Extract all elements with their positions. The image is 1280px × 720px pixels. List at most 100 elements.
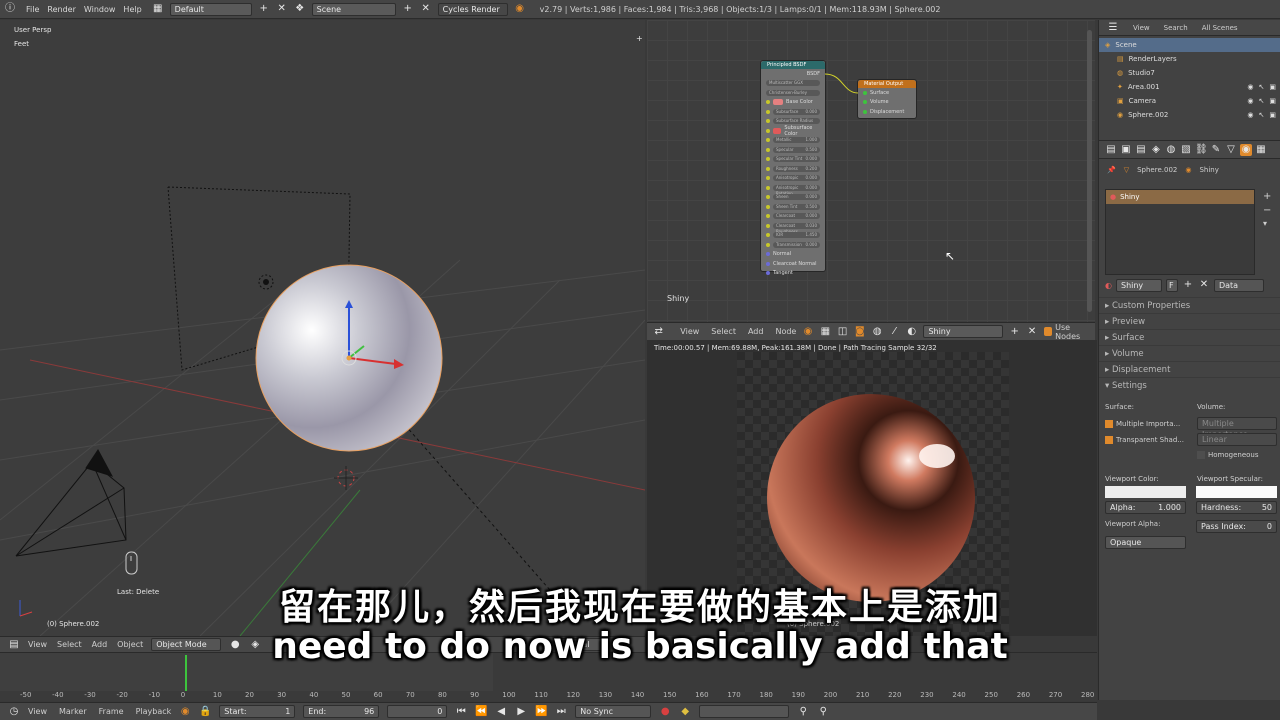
add-scene-icon[interactable]: + [402,3,414,15]
homogeneous-checkbox[interactable]: Homogeneous [1197,451,1277,459]
jump-end-icon[interactable]: ⏭ [555,706,567,718]
viewport-color-swatch[interactable] [1105,486,1186,498]
timeline-menu-frame[interactable]: Frame [99,707,124,716]
menu-file[interactable]: File [22,5,43,14]
material-slots-list[interactable]: ● Shiny [1105,189,1255,275]
node-menu-node[interactable]: Node [775,327,796,336]
texture-nodes-icon[interactable]: ▦ [820,326,831,338]
node-editor-type-icon[interactable]: ⇄ [653,326,664,338]
screen-layout-icon[interactable]: ▦ [152,3,164,15]
keying-icon[interactable]: ◆ [679,706,691,718]
outliner[interactable]: ☰ View Search All Scenes ◈ Scene ▤ RenderLaye… [1098,20,1280,140]
add-material-icon[interactable]: + [1009,326,1020,338]
outliner-item[interactable]: ▤ RenderLayers [1099,52,1280,66]
material-name-field[interactable]: Shiny [923,325,1004,338]
delete-scene-icon[interactable]: ✕ [420,3,432,15]
3d-viewport[interactable]: User Persp Feet Last: Delete (0) Sphere.… [0,20,645,636]
add-screen-icon[interactable]: + [258,3,270,15]
renderability-icon[interactable]: ▣ [1269,97,1276,105]
add-slot-icon[interactable]: + [1263,191,1271,202]
material-slot-item[interactable]: ● Shiny [1106,190,1254,204]
line-style-icon[interactable]: ⁄ [889,326,900,338]
panel-displacement[interactable]: ▸ Displacement [1099,361,1280,377]
render-engine-dropdown[interactable]: Cycles Render [437,2,508,16]
interpolation-dropdown[interactable]: Linear [1197,433,1277,446]
blend-mode-dropdown[interactable]: Opaque [1105,536,1186,549]
outliner-item[interactable]: ◈ Scene [1099,38,1280,52]
start-frame-field[interactable]: Start: 1 [219,705,296,718]
renderability-icon[interactable]: ▣ [1269,111,1276,119]
node-menu-view[interactable]: View [680,327,699,336]
panel-surface[interactable]: ▸ Surface [1099,329,1280,345]
volume-sampling-dropdown[interactable]: Multiple Importance [1197,417,1277,439]
node-menu-select[interactable]: Select [711,327,736,336]
screen-layout-field[interactable]: Default [169,2,252,16]
keying-set-field[interactable] [699,705,790,718]
play-icon[interactable]: ▶ [515,706,527,718]
timeline-menu-playback[interactable]: Playback [136,707,172,716]
panel-settings[interactable]: ▾ Settings [1099,377,1280,393]
modifiers-tab-icon[interactable]: ✎ [1210,144,1222,156]
texture-tab-icon[interactable]: ▦ [1255,144,1267,156]
selectability-icon[interactable]: ↖ [1259,83,1265,91]
object-shader-icon[interactable]: ◙ [854,326,865,338]
visibility-icon[interactable]: ◉ [1247,111,1253,119]
alpha-slider[interactable]: Alpha: 1.000 [1105,501,1186,514]
link-dropdown[interactable]: Data [1213,278,1264,292]
menu-render[interactable]: Render [43,5,79,14]
properties-editor-icon[interactable]: ▤ [1105,144,1117,156]
menu-window[interactable]: Window [80,5,120,14]
current-frame-field[interactable]: 0 [387,705,448,718]
sync-mode-dropdown[interactable]: No Sync [575,705,652,718]
node-editor-scrollbar[interactable] [1087,30,1092,312]
mis-checkbox[interactable]: Multiple Importa... [1105,417,1180,430]
compositing-nodes-icon[interactable]: ◫ [837,326,848,338]
scene-tab-icon[interactable]: ◈ [1150,144,1162,156]
pass-index-field[interactable]: Pass Index: 0 [1196,520,1277,533]
slot-specials-icon[interactable]: ▾ [1263,219,1267,228]
render-tab-icon[interactable]: ▣ [1120,144,1132,156]
outliner-tab-all-scenes[interactable]: All Scenes [1202,24,1238,32]
timeline-menu-view[interactable]: View [28,707,47,716]
material-browse-icon[interactable]: ◐ [906,326,917,338]
info-editor-icon[interactable]: ⓘ [4,3,16,15]
data-tab-icon[interactable]: ▽ [1225,144,1237,156]
hardness-slider[interactable]: Hardness: 50 [1196,501,1277,514]
renderability-icon[interactable]: ▣ [1269,83,1276,91]
play-reverse-icon[interactable]: ◀ [495,706,507,718]
new-material-icon[interactable]: + [1182,279,1194,291]
world-tab-icon[interactable]: ◍ [1165,144,1177,156]
remove-slot-icon[interactable]: − [1263,205,1271,216]
outliner-tab-search[interactable]: Search [1164,24,1188,32]
unlink-material-icon-props[interactable]: ✕ [1198,279,1210,291]
viewport-specular-swatch[interactable] [1196,486,1277,498]
constraints-tab-icon[interactable]: ⛓ [1195,144,1208,156]
scene-icon[interactable]: ❖ [294,3,306,15]
outliner-item[interactable]: ✦ Area.001 ◉ ↖ ▣ [1099,80,1280,94]
outliner-editor-icon[interactable]: ☰ [1107,22,1119,34]
outliner-tab-view[interactable]: View [1133,24,1150,32]
render-layers-tab-icon[interactable]: ▤ [1135,144,1147,156]
selectability-icon[interactable]: ↖ [1259,97,1265,105]
object-tab-icon[interactable]: ▧ [1180,144,1192,156]
preview-range-icon[interactable]: ◉ [179,706,191,718]
node-menu-add[interactable]: Add [748,327,764,336]
visibility-icon[interactable]: ◉ [1247,97,1253,105]
outliner-item[interactable]: ▣ Camera ◉ ↖ ▣ [1099,94,1280,108]
unlink-material-icon[interactable]: ✕ [1026,326,1037,338]
panel-volume[interactable]: ▸ Volume [1099,345,1280,361]
use-nodes-checkbox[interactable]: Use Nodes [1043,323,1095,341]
material-name-props[interactable]: Shiny [1115,278,1162,292]
panel-custom-properties[interactable]: ▸ Custom Properties [1099,297,1280,313]
area-split-icon[interactable]: + [636,34,643,43]
prev-keyframe-icon[interactable]: ⏪ [475,706,487,718]
lock-icon[interactable]: 🔒 [199,706,211,718]
scene-field[interactable]: Scene [311,2,396,16]
shader-nodes-icon[interactable]: ◉ [802,326,813,338]
material-tab-icon[interactable]: ◉ [1240,143,1252,156]
end-frame-field[interactable]: End: 96 [303,705,380,718]
outliner-item[interactable]: ◍ Studio7 [1099,66,1280,80]
record-icon[interactable]: ● [659,706,671,718]
next-keyframe-icon[interactable]: ⏩ [535,706,547,718]
timeline-menu-marker[interactable]: Marker [59,707,87,716]
